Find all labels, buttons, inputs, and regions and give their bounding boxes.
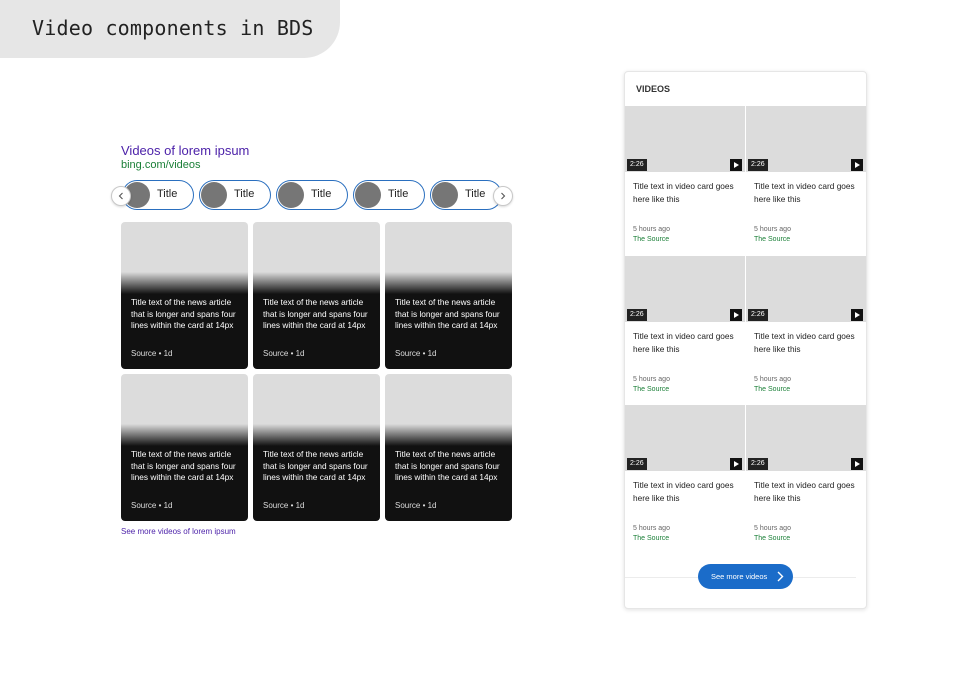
card-source: Source • 1d — [263, 501, 305, 510]
panel-header: VIDEOS — [636, 84, 671, 94]
news-video-card[interactable]: Title text of the news article that is l… — [253, 222, 380, 369]
video-time: 5 hours ago — [633, 525, 670, 532]
video-duration: 2:26 — [627, 309, 647, 321]
video-card[interactable]: 2:26 Title text in video card goes here … — [625, 106, 745, 255]
card-source: Source • 1d — [131, 501, 173, 510]
video-time: 5 hours ago — [754, 376, 791, 383]
see-more-videos-link[interactable]: See more videos of lorem ipsum — [121, 527, 236, 536]
pill-label: Title — [465, 188, 486, 200]
answer-title-link[interactable]: Videos of lorem ipsum — [121, 143, 249, 158]
video-card[interactable]: 2:26 Title text in video card goes here … — [746, 256, 866, 405]
card-title: Title text of the news article that is l… — [131, 297, 236, 331]
news-video-card[interactable]: Title text of the news article that is l… — [385, 374, 512, 521]
video-card[interactable]: 2:26 Title text in video card goes here … — [746, 405, 866, 554]
filter-pills: Title Title Title Title Title — [111, 180, 513, 210]
card-title: Title text of the news article that is l… — [395, 297, 500, 331]
card-source: Source • 1d — [131, 349, 173, 358]
video-source: The Source — [754, 535, 791, 542]
play-icon — [851, 458, 863, 470]
video-time: 5 hours ago — [633, 226, 670, 233]
video-duration: 2:26 — [748, 458, 768, 470]
video-source: The Source — [633, 535, 670, 542]
video-duration: 2:26 — [627, 159, 647, 171]
pill-label: Title — [311, 188, 332, 200]
card-source: Source • 1d — [395, 349, 437, 358]
pill-label: Title — [388, 188, 409, 200]
card-title: Title text of the news article that is l… — [263, 449, 368, 483]
pill-label: Title — [157, 188, 178, 200]
section-title: Video components in BDS — [32, 16, 314, 40]
button-label: See more videos — [711, 572, 768, 581]
filter-pill[interactable]: Title — [276, 180, 348, 210]
video-title: Title text in video card goes here like … — [633, 480, 734, 503]
video-source: The Source — [633, 236, 670, 243]
section-title-tag: Video components in BDS — [0, 0, 340, 58]
play-icon — [851, 159, 863, 171]
filter-pill[interactable]: Title — [353, 180, 425, 210]
video-card[interactable]: 2:26 Title text in video card goes here … — [746, 106, 866, 255]
play-icon — [730, 159, 742, 171]
video-title: Title text in video card goes here like … — [633, 181, 734, 204]
card-title: Title text of the news article that is l… — [395, 449, 500, 483]
video-source: The Source — [754, 236, 791, 243]
chevron-right-icon — [777, 571, 784, 582]
filter-pill[interactable]: Title — [430, 180, 502, 210]
card-title: Title text of the news article that is l… — [131, 449, 236, 483]
news-video-card[interactable]: Title text of the news article that is l… — [121, 374, 248, 521]
play-icon — [730, 309, 742, 321]
play-icon — [730, 458, 742, 470]
video-duration: 2:26 — [627, 458, 647, 470]
chevron-right-icon[interactable] — [493, 186, 513, 206]
pill-thumbnail — [355, 182, 381, 208]
pill-thumbnail — [201, 182, 227, 208]
videos-sidebar-panel: VIDEOS 2:26 Title text in video card goe… — [624, 71, 867, 609]
video-card[interactable]: 2:26 Title text in video card goes here … — [625, 405, 745, 554]
video-time: 5 hours ago — [754, 525, 791, 532]
see-more-videos-button[interactable]: See more videos — [698, 564, 793, 589]
video-time: 5 hours ago — [633, 376, 670, 383]
video-duration: 2:26 — [748, 309, 768, 321]
video-duration: 2:26 — [748, 159, 768, 171]
video-title: Title text in video card goes here like … — [754, 480, 855, 503]
chevron-left-icon[interactable] — [111, 186, 131, 206]
play-icon — [851, 309, 863, 321]
video-title: Title text in video card goes here like … — [633, 331, 734, 354]
video-title: Title text in video card goes here like … — [754, 331, 855, 354]
video-card[interactable]: 2:26 Title text in video card goes here … — [625, 256, 745, 405]
news-video-card[interactable]: Title text of the news article that is l… — [121, 222, 248, 369]
video-title: Title text in video card goes here like … — [754, 181, 855, 204]
pill-thumbnail — [278, 182, 304, 208]
news-video-card[interactable]: Title text of the news article that is l… — [253, 374, 380, 521]
pill-thumbnail — [432, 182, 458, 208]
video-source: The Source — [754, 386, 791, 393]
news-video-card[interactable]: Title text of the news article that is l… — [385, 222, 512, 369]
card-source: Source • 1d — [263, 349, 305, 358]
card-title: Title text of the news article that is l… — [263, 297, 368, 331]
filter-pill[interactable]: Title — [122, 180, 194, 210]
video-time: 5 hours ago — [754, 226, 791, 233]
filter-pill[interactable]: Title — [199, 180, 271, 210]
answer-url: bing.com/videos — [121, 159, 201, 171]
pill-label: Title — [234, 188, 255, 200]
card-source: Source • 1d — [395, 501, 437, 510]
video-source: The Source — [633, 386, 670, 393]
